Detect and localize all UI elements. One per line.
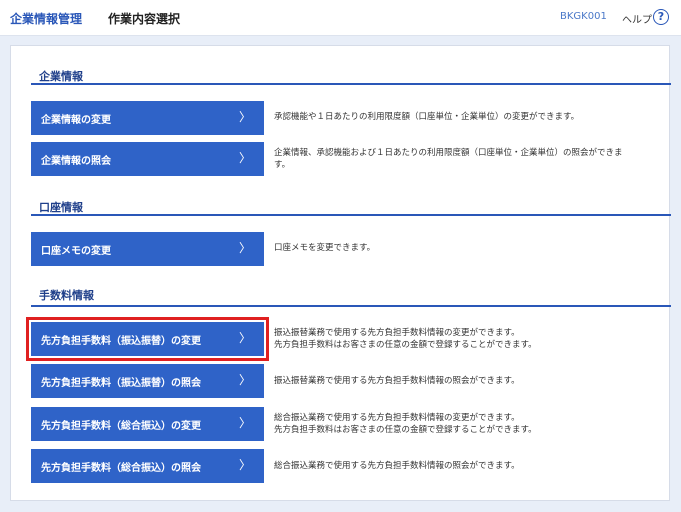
description-line: 振込振替業務で使用する先方負担手数料情報の変更ができます。 — [274, 328, 520, 338]
chevron-right-icon: 〉 — [238, 331, 251, 345]
bulk-transfer-fee-inquiry-description: 総合振込業務で使用する先方負担手数料情報の照会ができます。 — [274, 460, 674, 472]
button-label: 口座メモの変更 — [41, 245, 111, 257]
account-memo-change-button[interactable]: 口座メモの変更 〉 — [31, 232, 264, 266]
menu-panel: 企業情報 企業情報の変更 〉 承認機能や１日あたりの利用限度額（口座単位・企業単… — [10, 45, 671, 501]
chevron-right-icon: 〉 — [238, 416, 251, 430]
chevron-right-icon: 〉 — [238, 241, 251, 255]
company-info-change-button[interactable]: 企業情報の変更 〉 — [31, 101, 264, 135]
bulk-transfer-fee-change-description: 総合振込業務で使用する先方負担手数料情報の変更ができます。 先方負担手数料はお客… — [274, 412, 674, 436]
button-label: 先方負担手数料（総合振込）の変更 — [41, 420, 201, 432]
chevron-right-icon: 〉 — [238, 458, 251, 472]
chevron-right-icon: 〉 — [238, 151, 251, 165]
description-line: 口座メモを変更できます。 — [274, 243, 376, 253]
page-title: 作業内容選択 — [108, 12, 181, 26]
company-info-change-description: 承認機能や１日あたりの利用限度額（口座単位・企業単位）の変更ができます。 — [274, 111, 674, 123]
section-title-company: 企業情報 — [39, 70, 83, 83]
transfer-fee-change-description: 振込振替業務で使用する先方負担手数料情報の変更ができます。 先方負担手数料はお客… — [274, 327, 674, 351]
button-label: 先方負担手数料（総合振込）の照会 — [41, 462, 201, 474]
account-memo-change-description: 口座メモを変更できます。 — [274, 242, 674, 254]
company-info-inquiry-description: 企業情報、承認機能および１日あたりの利用限度額（口座単位・企業単位）の照会ができ… — [274, 147, 674, 171]
app-title: 企業情報管理 — [10, 12, 83, 26]
description-line: 先方負担手数料はお客さまの任意の金額で登録することができます。 — [274, 340, 537, 350]
description-line: 総合振込業務で使用する先方負担手数料情報の照会ができます。 — [274, 461, 520, 471]
chevron-right-icon: 〉 — [238, 373, 251, 387]
description-line: 総合振込業務で使用する先方負担手数料情報の変更ができます。 — [274, 413, 520, 423]
bulk-transfer-fee-inquiry-button[interactable]: 先方負担手数料（総合振込）の照会 〉 — [31, 449, 264, 483]
screen-code: BKGK001 — [560, 11, 607, 22]
section-title-fees: 手数料情報 — [39, 289, 94, 302]
section-title-account: 口座情報 — [39, 201, 83, 214]
bulk-transfer-fee-change-button[interactable]: 先方負担手数料（総合振込）の変更 〉 — [31, 407, 264, 441]
section-divider — [31, 83, 671, 85]
company-info-inquiry-button[interactable]: 企業情報の照会 〉 — [31, 142, 264, 176]
section-divider — [31, 214, 671, 216]
section-divider — [31, 305, 671, 307]
description-line: 承認機能や１日あたりの利用限度額（口座単位・企業単位）の変更ができます。 — [274, 112, 580, 122]
transfer-fee-inquiry-button[interactable]: 先方負担手数料（振込振替）の照会 〉 — [31, 364, 264, 398]
chevron-right-icon: 〉 — [238, 110, 251, 124]
transfer-fee-inquiry-description: 振込振替業務で使用する先方負担手数料情報の照会ができます。 — [274, 375, 674, 387]
page-header: 企業情報管理 作業内容選択 BKGK001 ヘルプ ? — [0, 0, 681, 36]
description-line: 振込振替業務で使用する先方負担手数料情報の照会ができます。 — [274, 376, 520, 386]
description-line: す。 — [274, 160, 291, 170]
button-label: 先方負担手数料（振込振替）の変更 — [41, 335, 201, 347]
button-label: 企業情報の変更 — [41, 114, 111, 126]
description-line: 先方負担手数料はお客さまの任意の金額で登録することができます。 — [274, 425, 537, 435]
button-label: 企業情報の照会 — [41, 155, 111, 167]
help-icon[interactable]: ? — [653, 9, 669, 25]
button-label: 先方負担手数料（振込振替）の照会 — [41, 377, 201, 389]
help-link[interactable]: ヘルプ — [622, 11, 652, 26]
transfer-fee-change-button[interactable]: 先方負担手数料（振込振替）の変更 〉 — [26, 317, 269, 361]
description-line: 企業情報、承認機能および１日あたりの利用限度額（口座単位・企業単位）の照会ができ… — [274, 148, 623, 158]
